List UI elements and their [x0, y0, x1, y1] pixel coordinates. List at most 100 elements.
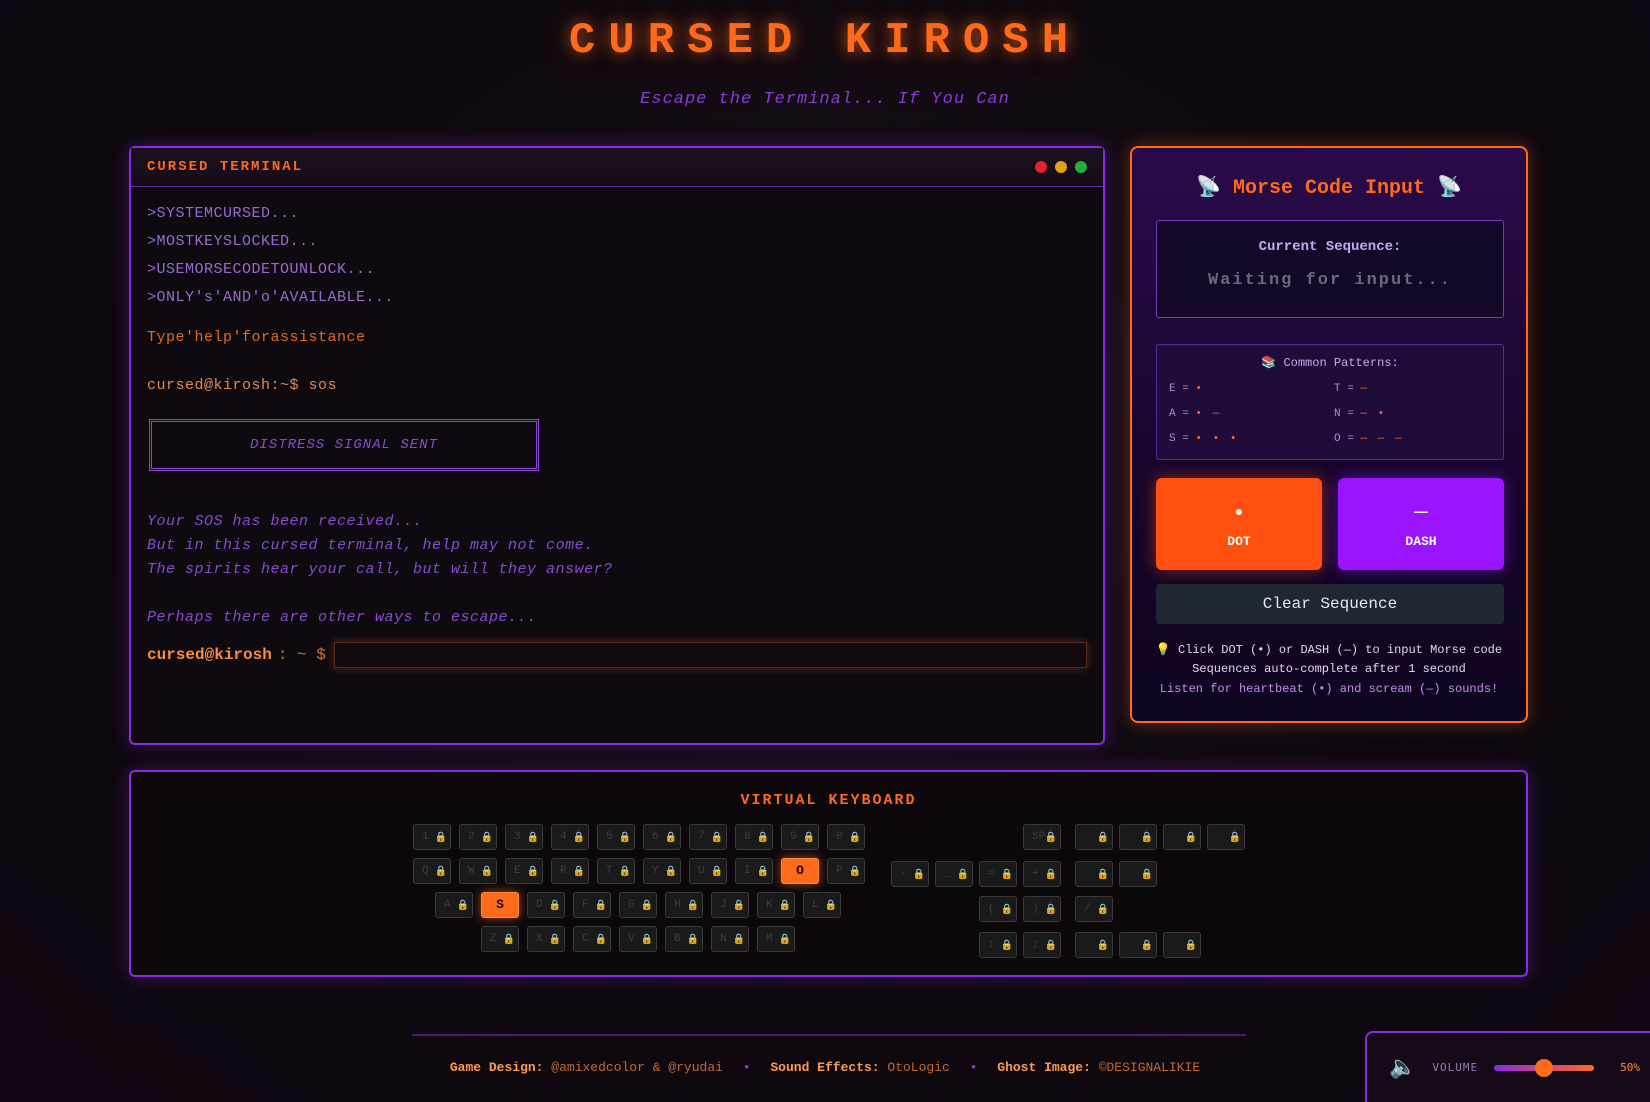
clear-sequence-button[interactable]: Clear Sequence — [1156, 584, 1504, 624]
key-Z[interactable]: Z 🔒 — [481, 926, 519, 952]
lock-icon: 🔒 — [848, 867, 861, 878]
key-T[interactable]: T 🔒 — [597, 858, 635, 884]
keyboard-title: VIRTUAL KEYBOARD — [740, 792, 917, 809]
key-2[interactable]: 2 🔒 — [459, 824, 497, 850]
dash-icon: — — [1414, 500, 1428, 525]
volume-value: 50% — [1620, 1061, 1641, 1074]
key-_[interactable]: _ 🔒 — [935, 861, 973, 887]
key-S[interactable]: S — [481, 892, 519, 918]
key-J[interactable]: J 🔒 — [711, 892, 749, 918]
dot-button[interactable]: ● DOT — [1156, 478, 1322, 570]
key-O[interactable]: O — [781, 858, 819, 884]
lock-icon: 🔒 — [548, 935, 561, 946]
hint-line: 💡 Click DOT (•) or DASH (—) to input Mor… — [1155, 643, 1503, 657]
credit-value: ©DESIGNALIKIE — [1098, 1060, 1201, 1075]
key--[interactable]: - 🔒 — [891, 861, 929, 887]
dash-button[interactable]: — DASH — [1338, 478, 1504, 570]
lock-icon: 🔒 — [1044, 833, 1057, 844]
lock-icon: 🔒 — [434, 867, 447, 878]
key-D[interactable]: D 🔒 — [527, 892, 565, 918]
key-([interactable]: (🔒 — [979, 896, 1017, 922]
key-Q[interactable]: Q 🔒 — [413, 858, 451, 884]
key-SP[interactable]: SP 🔒 — [1023, 824, 1061, 850]
common-patterns: 📚 Common Patterns: E = • T = — A = • — N… — [1156, 344, 1504, 460]
key-blank[interactable]: 🔒 — [1119, 861, 1157, 887]
key-5[interactable]: 5 🔒 — [597, 824, 635, 850]
close-dot-icon[interactable] — [1035, 161, 1047, 173]
key-V[interactable]: V 🔒 — [619, 926, 657, 952]
volume-slider-thumb[interactable] — [1535, 1058, 1554, 1077]
key-7[interactable]: 7 🔒 — [689, 824, 727, 850]
key-:[interactable]: : 🔒 — [979, 932, 1017, 958]
key-3[interactable]: 3 🔒 — [505, 824, 543, 850]
footer-separator: • — [742, 1060, 751, 1075]
key-W[interactable]: W 🔒 — [459, 858, 497, 884]
hint-line: Listen for heartbeat (•) and scream (—) … — [1159, 682, 1499, 696]
key-M[interactable]: M 🔒 — [757, 926, 795, 952]
key-8[interactable]: 8 🔒 — [735, 824, 773, 850]
key-I[interactable]: I 🔒 — [735, 858, 773, 884]
key-blank[interactable]: 🔒 — [1163, 932, 1201, 958]
lock-icon: 🔒 — [1000, 870, 1013, 881]
lock-icon: 🔒 — [594, 901, 607, 912]
key-blank[interactable]: 🔒 — [1075, 932, 1113, 958]
system-line: >SYSTEMCURSED... — [147, 205, 300, 222]
key-U[interactable]: U 🔒 — [689, 858, 727, 884]
key-G[interactable]: G 🔒 — [619, 892, 657, 918]
key-;[interactable]: ; 🔒 — [1023, 932, 1061, 958]
minimize-dot-icon[interactable] — [1055, 161, 1067, 173]
speaker-icon[interactable]: 🔈 — [1389, 1055, 1416, 1080]
credit-value: @amixedcolor & @ryudai — [551, 1060, 723, 1075]
key-K[interactable]: K 🔒 — [757, 892, 795, 918]
volume-slider[interactable] — [1494, 1058, 1595, 1077]
game-subtitle: Escape the Terminal... If You Can — [640, 90, 1010, 109]
key-4[interactable]: 4 🔒 — [551, 824, 589, 850]
key-H[interactable]: H 🔒 — [665, 892, 703, 918]
key-R[interactable]: R 🔒 — [551, 858, 589, 884]
key-P[interactable]: P 🔒 — [827, 858, 865, 884]
pattern-item: O = — — — — [1334, 433, 1404, 445]
key-blank[interactable]: 🔒 — [1075, 861, 1113, 887]
help-line: Type'help'forassistance — [147, 329, 366, 346]
key-F[interactable]: F 🔒 — [573, 892, 611, 918]
key-X[interactable]: X 🔒 — [527, 926, 565, 952]
credit-key: Sound Effects: — [770, 1060, 880, 1075]
key-N[interactable]: N 🔒 — [711, 926, 749, 952]
terminal-input[interactable] — [333, 642, 1087, 668]
command-line: cursed@kirosh:~$ sos — [147, 377, 338, 394]
key-C[interactable]: C 🔒 — [573, 926, 611, 952]
footer-separator: • — [969, 1060, 978, 1075]
key-6[interactable]: 6 🔒 — [643, 824, 681, 850]
key-blank[interactable]: 🔒 — [1075, 824, 1113, 850]
key-blank[interactable]: 🔒 — [1163, 824, 1201, 850]
lock-icon: 🔒 — [732, 901, 745, 912]
key-1[interactable]: 1 🔒 — [413, 824, 451, 850]
key-blank[interactable]: 🔒 — [1207, 824, 1245, 850]
key-B[interactable]: B 🔒 — [665, 926, 703, 952]
key-9[interactable]: 9 🔒 — [781, 824, 819, 850]
lock-icon: 🔒 — [594, 935, 607, 946]
key-A[interactable]: A 🔒 — [435, 892, 473, 918]
hint-line: Sequences auto-complete after 1 second — [1192, 662, 1466, 676]
key-Y[interactable]: Y 🔒 — [643, 858, 681, 884]
response-line: But in this cursed terminal, help may no… — [147, 537, 594, 554]
lock-icon: 🔒 — [686, 901, 699, 912]
key-+[interactable]: + 🔒 — [1023, 861, 1061, 887]
morse-title: 📡 Morse Code Input 📡 — [1196, 177, 1462, 200]
lock-icon: 🔒 — [1044, 905, 1057, 916]
key-0[interactable]: 0 🔒 — [827, 824, 865, 850]
key-L[interactable]: L 🔒 — [803, 892, 841, 918]
terminal-header: CURSED TERMINAL — [131, 148, 1103, 187]
key-blank[interactable]: 🔒 — [1119, 824, 1157, 850]
prompt-user: cursed@kirosh — [147, 646, 272, 664]
dot-icon: ● — [1234, 505, 1244, 521]
maximize-dot-icon[interactable] — [1075, 161, 1087, 173]
lock-icon: 🔒 — [802, 833, 815, 844]
key-blank[interactable]: 🔒 — [1119, 932, 1157, 958]
morse-panel: 📡 Morse Code Input 📡 Current Sequence: W… — [1130, 146, 1528, 723]
key-E[interactable]: E 🔒 — [505, 858, 543, 884]
key-/[interactable]: / 🔒 — [1075, 896, 1113, 922]
key-=[interactable]: = 🔒 — [979, 861, 1017, 887]
key-)[interactable]: ) 🔒 — [1023, 896, 1061, 922]
lock-icon: 🔒 — [1044, 870, 1057, 881]
